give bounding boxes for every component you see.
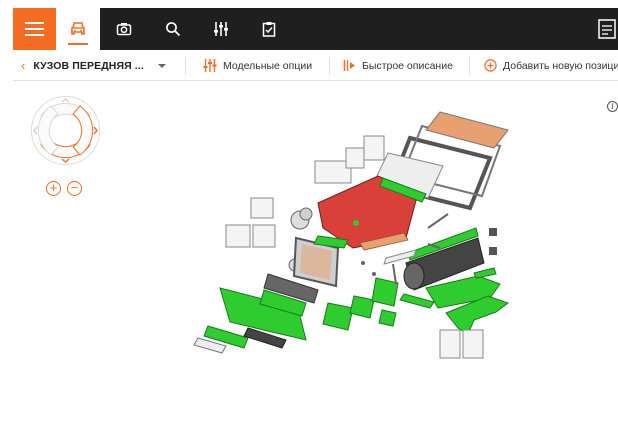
zoom-out-button[interactable]: − [67, 181, 82, 196]
divider [329, 57, 330, 75]
model-options-label: Модельные опции [223, 59, 313, 72]
pan-left-button[interactable] [37, 105, 59, 156]
document-icon [598, 19, 616, 39]
breadcrumb-group-selector[interactable]: ‹ КУЗОВ ПЕРЕДНЯЯ ... [21, 50, 166, 81]
camera-icon [116, 23, 132, 36]
divider [469, 57, 470, 75]
caret-down-icon [157, 63, 166, 68]
zoom-in-button[interactable]: + [46, 181, 61, 196]
document-button[interactable] [596, 17, 618, 41]
quick-description-button[interactable]: Быстрое описание [343, 50, 453, 81]
plus-circle-icon [484, 59, 497, 72]
variant-thumbnails[interactable] [439, 329, 484, 359]
tab-filters[interactable] [199, 8, 243, 50]
navigation-pad[interactable] [28, 93, 103, 168]
chevron-left-icon[interactable]: ‹ [21, 58, 25, 73]
secondary-toolbar: ‹ КУЗОВ ПЕРЕДНЯЯ ... Модельные опции Быс… [13, 50, 618, 81]
add-new-position-button[interactable]: Добавить новую позицию [484, 50, 618, 81]
exploded-parts-diagram[interactable] [178, 98, 558, 368]
divider [185, 57, 186, 75]
car-icon [71, 22, 85, 35]
tab-search[interactable] [151, 8, 195, 50]
tab-vehicle[interactable] [56, 8, 100, 50]
bumper-parts[interactable] [193, 273, 319, 354]
clipboard-check-icon [262, 22, 276, 37]
search-icon [166, 22, 181, 37]
app-window: ‹ КУЗОВ ПЕРЕДНЯЯ ... Модельные опции Быс… [13, 8, 618, 432]
tab-camera[interactable] [102, 8, 146, 50]
quick-description-label: Быстрое описание [362, 59, 453, 72]
sliders-icon [203, 59, 217, 72]
quick-description-icon [343, 60, 355, 71]
grille-part[interactable] [292, 235, 349, 288]
pan-right-button[interactable] [72, 105, 94, 156]
info-icon[interactable]: i [607, 101, 618, 112]
sliders-icon [214, 22, 228, 36]
add-new-position-label: Добавить новую позицию [503, 59, 618, 72]
breadcrumb-title: КУЗОВ ПЕРЕДНЯЯ ... [33, 59, 144, 72]
tab-checklist[interactable] [247, 8, 291, 50]
hamburger-menu-button[interactable] [13, 8, 56, 50]
top-navigation-bar [13, 8, 618, 50]
model-options-button[interactable]: Модельные опции [203, 50, 312, 81]
